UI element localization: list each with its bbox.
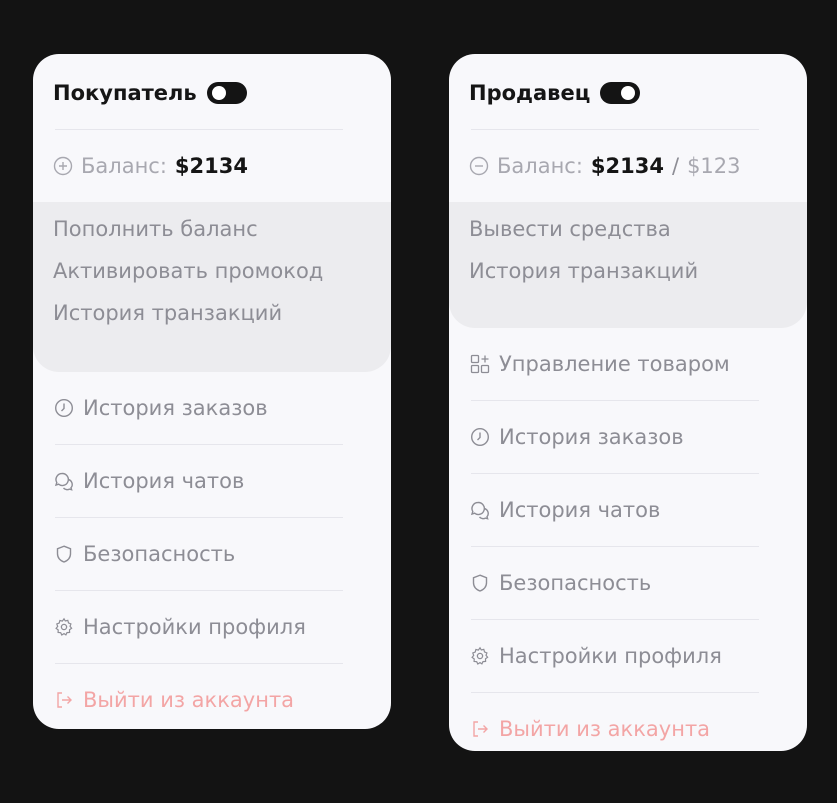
submenu-transaction-history[interactable]: История транзакций (469, 250, 787, 292)
seller-title: Продавец (469, 80, 591, 105)
logout-icon (469, 718, 491, 740)
buyer-balance-submenu: Пополнить баланс Активировать промокод И… (33, 202, 391, 372)
seller-header: Продавец (469, 54, 787, 129)
seller-mode-toggle[interactable] (600, 81, 641, 104)
menu-label: История чатов (499, 498, 661, 522)
menu-chat-history[interactable]: История чатов (53, 445, 371, 517)
logout-button[interactable]: Выйти из аккаунта (53, 664, 371, 736)
buyer-balance: Баланс: $2134 (53, 130, 371, 202)
chat-icon (53, 470, 75, 492)
shield-icon (53, 543, 75, 565)
submenu-transaction-history[interactable]: История транзакций (53, 292, 371, 334)
menu-product-management[interactable]: Управление товаром (469, 328, 787, 400)
minus-circle-icon[interactable] (469, 156, 489, 176)
logout-button[interactable]: Выйти из аккаунта (469, 693, 787, 765)
gear-icon (53, 616, 75, 638)
balance-separator: / (671, 154, 680, 178)
menu-security[interactable]: Безопасность (469, 547, 787, 619)
grid-plus-icon (469, 353, 491, 375)
seller-balance: Баланс: $2134 / $123 (469, 130, 787, 202)
balance-secondary-amount: $123 (687, 154, 741, 178)
menu-label: История чатов (83, 469, 245, 493)
menu-label: История заказов (499, 425, 684, 449)
clock-icon (53, 397, 75, 419)
chat-icon (469, 499, 491, 521)
submenu-activate-promo[interactable]: Активировать промокод (53, 250, 371, 292)
buyer-mode-toggle[interactable] (206, 81, 247, 104)
seller-profile-menu: Продавец Баланс: $2134 / $123 Вывести ср… (449, 54, 807, 751)
clock-icon (469, 426, 491, 448)
buyer-header: Покупатель (53, 54, 371, 129)
menu-order-history[interactable]: История заказов (53, 372, 371, 444)
menu-order-history[interactable]: История заказов (469, 401, 787, 473)
menu-profile-settings[interactable]: Настройки профиля (469, 620, 787, 692)
logout-icon (53, 689, 75, 711)
balance-amount: $2134 (174, 154, 248, 178)
logout-label: Выйти из аккаунта (83, 688, 295, 712)
menu-label: Управление товаром (499, 352, 730, 376)
menu-security[interactable]: Безопасность (53, 518, 371, 590)
gear-icon (469, 645, 491, 667)
menu-label: Безопасность (499, 571, 652, 595)
buyer-title: Покупатель (53, 80, 197, 105)
seller-balance-submenu: Вывести средства История транзакций (449, 202, 807, 328)
submenu-withdraw-funds[interactable]: Вывести средства (469, 208, 787, 250)
balance-label: Баланс: (497, 154, 583, 178)
balance-label: Баланс: (81, 154, 167, 178)
menu-profile-settings[interactable]: Настройки профиля (53, 591, 371, 663)
menu-label: Настройки профиля (499, 644, 722, 668)
buyer-profile-menu: Покупатель Баланс: $2134 Пополнить балан… (33, 54, 391, 729)
plus-circle-icon[interactable] (53, 156, 73, 176)
shield-icon (469, 572, 491, 594)
menu-label: Настройки профиля (83, 615, 306, 639)
menu-label: История заказов (83, 396, 268, 420)
menu-label: Безопасность (83, 542, 236, 566)
submenu-top-up-balance[interactable]: Пополнить баланс (53, 208, 371, 250)
logout-label: Выйти из аккаунта (499, 717, 711, 741)
menu-chat-history[interactable]: История чатов (469, 474, 787, 546)
balance-amount: $2134 (590, 154, 664, 178)
